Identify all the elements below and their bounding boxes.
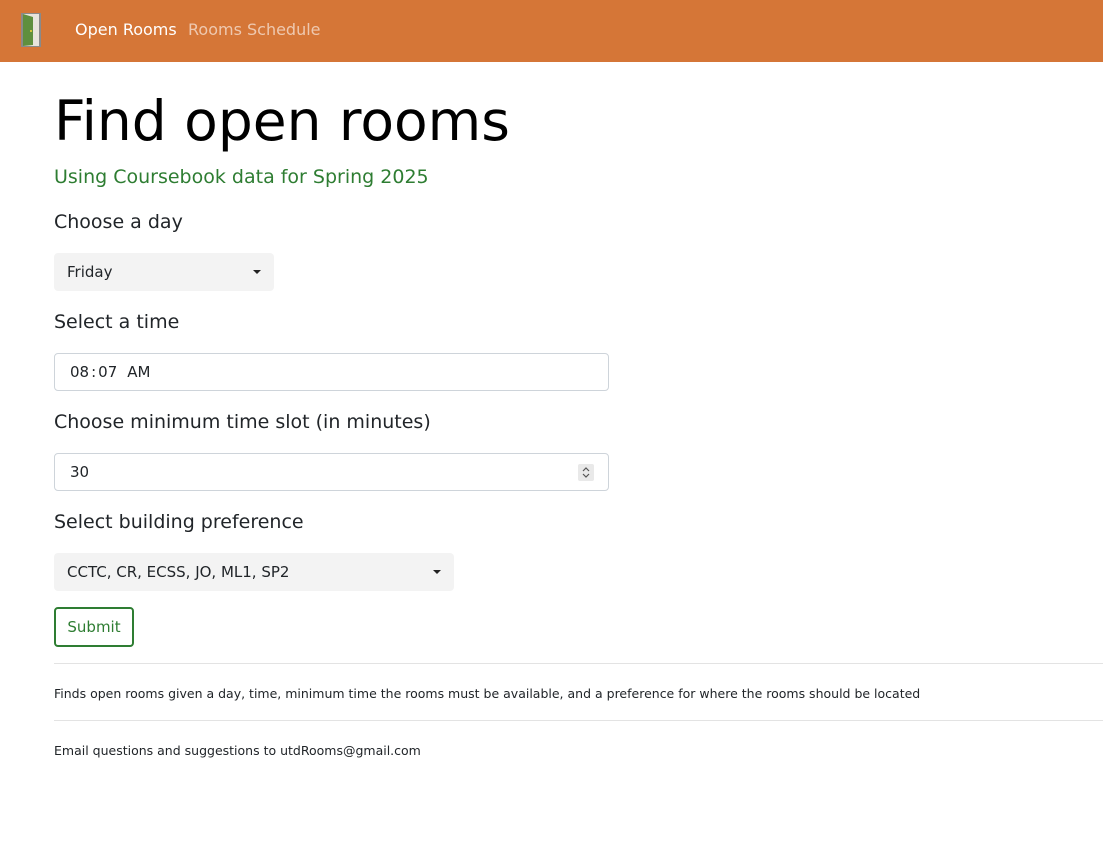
slot-value: 30	[70, 463, 90, 481]
time-input[interactable]: 08 : 07 AM	[54, 353, 609, 391]
time-hour[interactable]: 08	[70, 363, 89, 381]
building-select-value: CCTC, CR, ECSS, JO, ML1, SP2	[67, 563, 290, 581]
stepper-icon[interactable]	[578, 464, 594, 481]
building-select[interactable]: CCTC, CR, ECSS, JO, ML1, SP2	[54, 553, 454, 591]
slot-input[interactable]: 30	[54, 453, 609, 491]
submit-button[interactable]: Submit	[54, 607, 134, 647]
page-title: Find open rooms	[54, 89, 510, 153]
time-minute[interactable]: 07	[98, 363, 117, 381]
day-label: Choose a day	[54, 211, 183, 233]
nav-rooms-schedule[interactable]: Rooms Schedule	[188, 19, 321, 41]
building-label: Select building preference	[54, 511, 304, 533]
page-subtitle: Using Coursebook data for Spring 2025	[54, 166, 429, 188]
door-icon[interactable]	[20, 12, 44, 48]
nav-open-rooms[interactable]: Open Rooms	[75, 19, 177, 41]
day-select[interactable]: Friday	[54, 253, 274, 291]
footer-contact: Email questions and suggestions to utdRo…	[54, 743, 421, 758]
time-separator: :	[91, 363, 97, 381]
chevron-down-icon	[433, 570, 441, 574]
slot-label: Choose minimum time slot (in minutes)	[54, 411, 431, 433]
divider	[54, 720, 1103, 721]
time-label: Select a time	[54, 311, 180, 333]
divider	[54, 663, 1103, 664]
day-select-value: Friday	[67, 263, 113, 281]
navbar: Open Rooms Rooms Schedule	[0, 0, 1103, 62]
chevron-down-icon	[253, 270, 261, 274]
time-period[interactable]: AM	[127, 363, 150, 381]
footer-description: Finds open rooms given a day, time, mini…	[54, 686, 921, 701]
